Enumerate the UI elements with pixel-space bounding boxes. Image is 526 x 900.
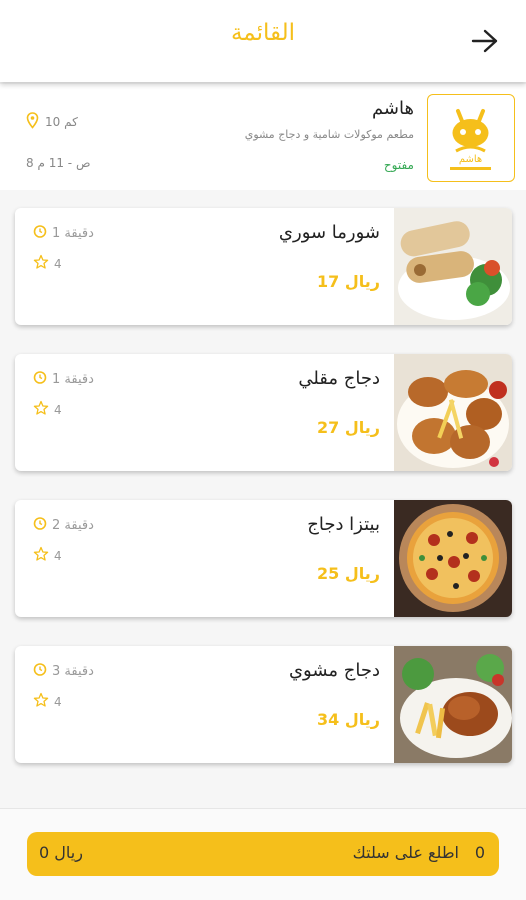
location-pin-icon <box>26 112 39 132</box>
item-rating: 4 <box>33 692 62 711</box>
restaurant-hours: 8 ص - 11 م <box>26 156 91 170</box>
rating-label: 4 <box>54 256 62 271</box>
item-image <box>394 208 512 325</box>
item-image <box>394 500 512 617</box>
menu-item-card[interactable]: شورما سوري 17 ريال 1 دقيقة 4 <box>15 208 512 325</box>
rating-label: 4 <box>54 402 62 417</box>
item-time: 1 دقيقة <box>33 370 94 388</box>
item-name: بيتزا دجاج <box>307 514 380 535</box>
time-label: 1 دقيقة <box>52 225 94 241</box>
restaurant-description: مطعم موكولات شامية و دجاج مشوي <box>244 128 414 141</box>
item-name: شورما سوري <box>278 222 380 243</box>
restaurant-distance: 10 كم <box>26 112 78 132</box>
cart-count: 0 <box>474 843 485 862</box>
star-icon <box>33 546 49 565</box>
timer-icon <box>33 370 47 388</box>
item-price: 25 ريال <box>317 564 380 583</box>
item-time: 3 دقيقة <box>33 662 94 680</box>
star-icon <box>33 400 49 419</box>
menu-item-card[interactable]: بيتزا دجاج 25 ريال 2 دقيقة 4 <box>15 500 512 617</box>
item-price: 17 ريال <box>317 272 380 291</box>
app-header: القائمة <box>0 0 526 82</box>
page-title: القائمة <box>230 20 296 46</box>
item-name: دجاج مشوي <box>288 660 380 681</box>
rating-label: 4 <box>54 694 62 709</box>
cart-total: 0 ريال <box>39 843 83 862</box>
time-label: 3 دقيقة <box>52 663 94 679</box>
item-rating: 4 <box>33 546 62 565</box>
back-arrow-icon[interactable] <box>468 26 502 56</box>
restaurant-logo: هاشم <box>427 94 515 182</box>
timer-icon <box>33 516 47 534</box>
item-price: 34 ريال <box>317 710 380 729</box>
timer-icon <box>33 224 47 242</box>
star-icon <box>33 692 49 711</box>
restaurant-name: هاشم <box>371 98 414 119</box>
time-label: 1 دقيقة <box>52 371 94 387</box>
item-price: 27 ريال <box>317 418 380 437</box>
logo-text: هاشم <box>459 154 482 165</box>
cart-label: اطلع على سلتك <box>352 843 459 862</box>
timer-icon <box>33 662 47 680</box>
menu-item-card[interactable]: دجاج مقلي 27 ريال 1 دقيقة 4 <box>15 354 512 471</box>
item-time: 2 دقيقة <box>33 516 94 534</box>
view-cart-button[interactable]: 0 اطلع على سلتك 0 ريال <box>27 832 499 876</box>
item-image <box>394 646 512 763</box>
rating-label: 4 <box>54 548 62 563</box>
menu-item-card[interactable]: دجاج مشوي 34 ريال 3 دقيقة 4 <box>15 646 512 763</box>
restaurant-status: مفتوح <box>383 158 414 172</box>
item-name: دجاج مقلي <box>298 368 380 389</box>
item-rating: 4 <box>33 254 62 273</box>
item-time: 1 دقيقة <box>33 224 94 242</box>
time-label: 2 دقيقة <box>52 517 94 533</box>
star-icon <box>33 254 49 273</box>
item-rating: 4 <box>33 400 62 419</box>
distance-label: 10 كم <box>45 115 78 129</box>
item-image <box>394 354 512 471</box>
